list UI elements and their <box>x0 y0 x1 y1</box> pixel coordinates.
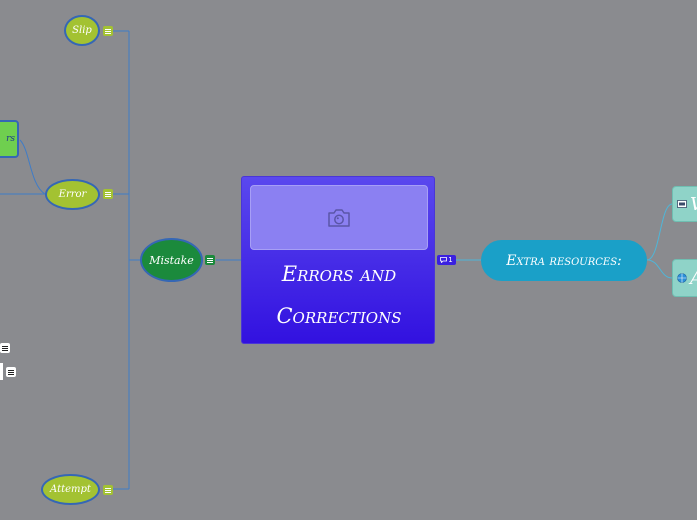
resource-node-2-label: A <box>690 268 697 289</box>
extra-resources-label: Extra resources: <box>506 252 622 269</box>
globe-icon <box>677 273 687 283</box>
note-icon[interactable] <box>0 343 10 353</box>
attempt-note-icon[interactable] <box>103 485 113 495</box>
comment-badge[interactable]: 1 <box>437 255 456 265</box>
comment-count: 1 <box>448 256 453 264</box>
note-icon[interactable] <box>6 367 16 377</box>
camera-icon <box>328 208 350 227</box>
mistake-note-icon[interactable] <box>205 255 215 265</box>
resource-node-1-label: V <box>690 194 697 215</box>
mistake-node[interactable]: Mistake <box>140 238 203 282</box>
error-label: Error <box>58 189 87 200</box>
central-title-line1: Errors and <box>281 262 397 286</box>
mind-map-canvas: rs Slip Error Mistake Attempt Errors and <box>0 0 697 520</box>
slip-note-icon[interactable] <box>103 26 113 36</box>
image-placeholder[interactable] <box>250 185 428 250</box>
resource-node-2[interactable]: A <box>672 259 697 297</box>
partial-green-label: rs <box>6 134 15 144</box>
slip-label: Slip <box>72 25 92 36</box>
central-topic[interactable]: Errors and Corrections <box>241 176 435 344</box>
video-icon <box>677 200 687 208</box>
mistake-label: Mistake <box>149 253 194 267</box>
central-title-line2: Corrections <box>276 304 402 328</box>
central-title: Errors and Corrections <box>242 253 436 337</box>
extra-resources-node[interactable]: Extra resources: <box>481 240 647 281</box>
comment-icon <box>440 257 448 263</box>
attempt-node[interactable]: Attempt <box>41 474 100 505</box>
error-note-icon[interactable] <box>103 189 113 199</box>
slip-node[interactable]: Slip <box>64 15 100 46</box>
attempt-label: Attempt <box>50 484 91 495</box>
error-node[interactable]: Error <box>45 179 100 210</box>
partial-node-edge <box>0 363 3 380</box>
resource-node-1[interactable]: V <box>672 186 697 222</box>
partial-green-node[interactable]: rs <box>0 120 19 158</box>
